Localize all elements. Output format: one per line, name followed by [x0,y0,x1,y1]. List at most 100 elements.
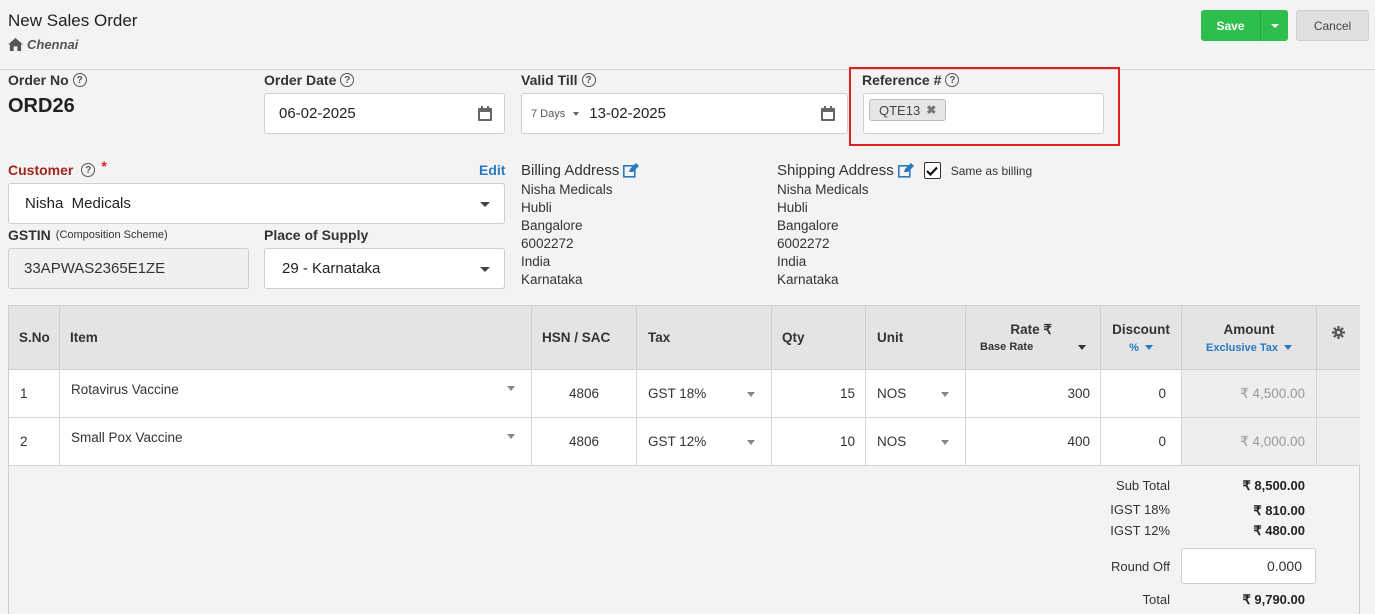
customer-label-text: Customer [8,162,74,178]
address-line: India [777,254,807,269]
help-icon[interactable]: ? [340,73,355,87]
rate-input[interactable]: 400 [966,418,1101,466]
edit-billing-address-icon[interactable] [623,163,640,178]
column-header-sno: S.No [9,306,60,370]
order-no-label-text: Order No [8,72,69,88]
column-settings[interactable] [1317,306,1360,370]
hsn-input[interactable]: 4806 [532,370,637,418]
qty-input[interactable]: 10 [772,418,866,466]
address-line: Bangalore [777,218,839,233]
item-select[interactable]: Small Pox Vaccine [60,418,532,466]
roundoff-input[interactable]: 0.000 [1181,548,1316,584]
branch-name: Chennai [27,37,79,52]
amount-tax-value: Exclusive Tax [1206,341,1278,354]
discount-type-select[interactable]: % [1129,342,1153,354]
table-row-sno: 2 [9,418,60,466]
same-as-billing-checkbox[interactable] [923,162,941,179]
address-line: Hubli [521,200,552,215]
igst18-label: IGST 18% [1110,502,1170,517]
item-value: Rotavirus Vaccine [71,382,179,397]
chevron-down-icon [1283,345,1292,350]
billing-address-title: Billing Address [521,162,640,179]
customer-select[interactable]: Nisha Medicals [8,183,505,224]
row-actions-cell [1317,418,1360,466]
edit-customer-link[interactable]: Edit [479,162,505,178]
subtotal-value: ₹ 8,500.00 [1242,478,1306,493]
save-button[interactable]: Save [1201,10,1261,41]
calendar-icon[interactable] [821,106,835,121]
address-line: Hubli [777,200,808,215]
item-select[interactable]: Rotavirus Vaccine [60,370,532,418]
remove-tag-icon[interactable]: ✖ [926,103,936,117]
checkmark-icon [926,166,939,176]
column-header-hsn: HSN / SAC [532,306,637,370]
valid-days-value: 7 Days [531,107,566,120]
reference-label: Reference # ? [862,72,960,88]
help-icon[interactable]: ? [81,163,96,177]
rate-basis-select[interactable]: Base Rate [980,341,1086,353]
column-header-qty: Qty [772,306,866,370]
order-no-value: ORD26 [8,95,75,117]
table-row-sno: 1 [9,370,60,418]
discount-input[interactable]: 0 [1101,418,1182,466]
help-icon[interactable]: ? [945,73,960,87]
billing-address-lines: Nisha Medicals Hubli Bangalore 6002272 I… [521,181,613,289]
calendar-icon[interactable] [478,106,492,121]
customer-label: Customer ? * [8,158,107,178]
help-icon[interactable]: ? [581,73,596,87]
total-value: ₹ 9,790.00 [1242,592,1306,607]
save-button-group: Save [1201,10,1288,41]
chevron-down-icon [480,202,490,207]
column-header-discount: Discount % [1101,306,1182,370]
igst12-label: IGST 12% [1110,523,1170,538]
shipping-address-lines: Nisha Medicals Hubli Bangalore 6002272 I… [777,181,869,289]
hsn-input[interactable]: 4806 [532,418,637,466]
address-line: India [521,254,551,269]
order-date-label: Order Date ? [264,72,355,88]
qty-input[interactable]: 15 [772,370,866,418]
valid-till-input[interactable]: 7 Days 13-02-2025 [521,93,848,134]
unit-select[interactable]: NOS [866,418,966,466]
help-icon[interactable]: ? [72,73,87,87]
rate-header-text: Rate ₹ [1010,322,1052,337]
order-date-input[interactable]: 06-02-2025 [264,93,505,134]
amount-tax-select[interactable]: Exclusive Tax [1206,342,1292,354]
chevron-down-icon [1144,345,1153,350]
address-line: Karnataka [777,272,839,287]
reference-label-text: Reference # [862,72,942,88]
valid-days-select[interactable]: 7 Days [531,107,580,120]
chevron-down-icon [941,440,949,445]
chevron-down-icon [507,434,515,439]
page-header: New Sales Order Chennai Save Cancel [0,0,1375,70]
column-header-amount: Amount Exclusive Tax [1182,306,1317,370]
gear-icon[interactable] [1332,326,1345,339]
unit-value: NOS [877,386,907,401]
unit-select[interactable]: NOS [866,370,966,418]
branch-indicator: Chennai [8,37,78,52]
save-options-button[interactable] [1261,10,1288,41]
same-as-billing-label: Same as billing [950,163,1033,178]
igst12-value: ₹ 480.00 [1253,523,1305,538]
page-title: New Sales Order [8,11,138,30]
place-of-supply-select[interactable]: 29 - Karnataka [264,248,505,289]
customer-value: Nisha Medicals [25,195,131,212]
reference-input[interactable]: QTE13 ✖ [863,93,1104,134]
rate-basis-value: Base Rate [980,341,1034,353]
rate-input[interactable]: 300 [966,370,1101,418]
order-date-value: 06-02-2025 [279,105,356,122]
cancel-button[interactable]: Cancel [1296,10,1369,41]
edit-shipping-address-icon[interactable] [897,163,914,178]
tax-select[interactable]: GST 12% [637,418,772,466]
chevron-down-icon [573,111,580,116]
valid-till-value: 13-02-2025 [589,105,666,122]
address-line: 6002272 [777,236,830,251]
discount-input[interactable]: 0 [1101,370,1182,418]
column-header-unit: Unit [866,306,966,370]
order-no-label: Order No ? [8,72,87,88]
amount-value: ₹ 4,000.00 [1182,418,1317,466]
order-date-label-text: Order Date [264,72,337,88]
tax-value: GST 18% [648,386,707,401]
chevron-down-icon [507,386,515,391]
tax-select[interactable]: GST 18% [637,370,772,418]
item-value: Small Pox Vaccine [71,430,183,445]
